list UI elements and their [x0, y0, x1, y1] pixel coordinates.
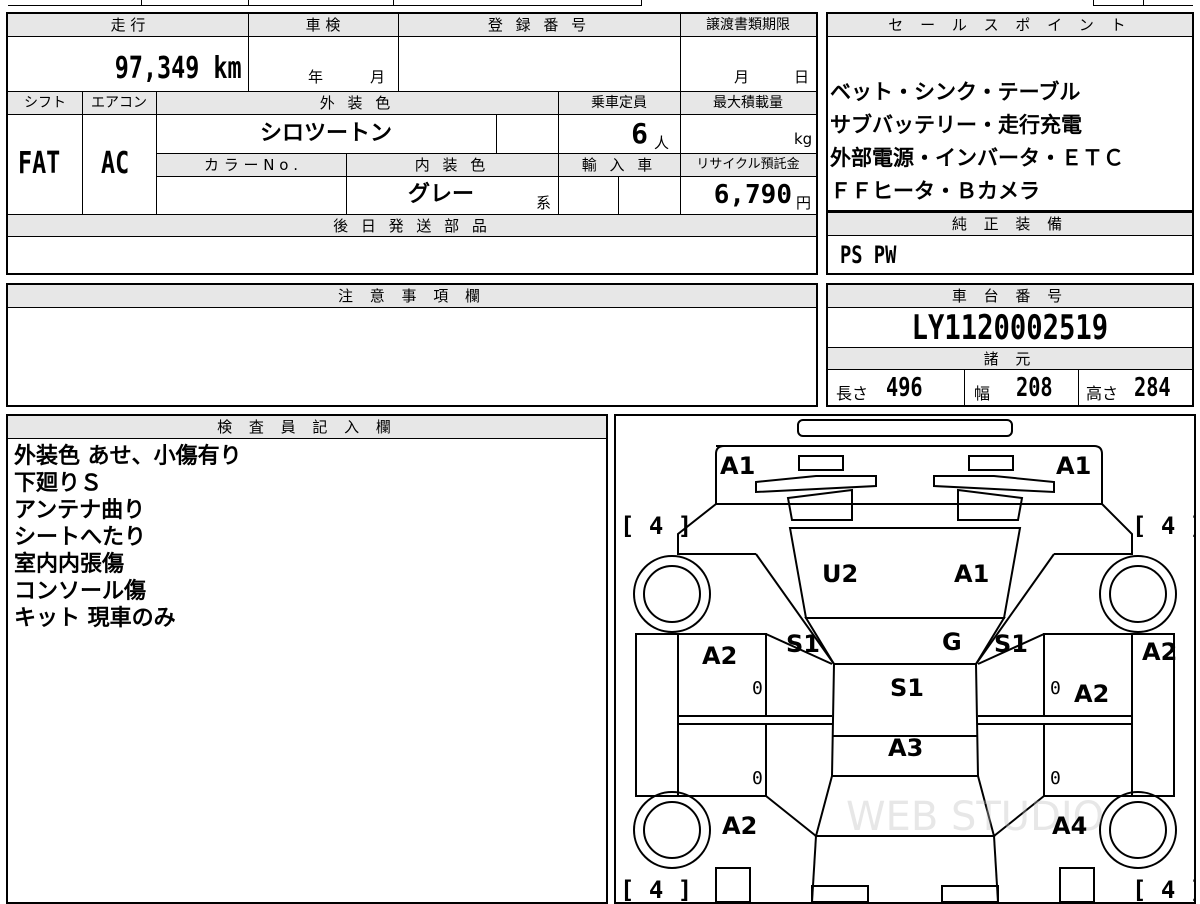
- shaken-header: 車 検: [305, 16, 341, 34]
- damage-label-left-panel: A2: [1142, 638, 1178, 666]
- shaken-year-label: 年: [308, 68, 324, 86]
- sales-points-header: セ ー ル ス ポ イ ン ト: [828, 14, 1192, 37]
- sales-points-list: ベット・シンク・テーブル サブバッテリー・走行充電 外部電源・インバータ・ＥＴＣ…: [830, 76, 1190, 208]
- damage-label-right-rear: A4: [1052, 812, 1088, 840]
- sales-point-line: 外部電源・インバータ・ＥＴＣ: [830, 146, 1124, 170]
- exterior-color-value: シロツートン: [259, 121, 392, 146]
- specs-table: 走 行 車 検 登 録 番 号 譲渡書類期限 97,349 km 年 月 月 日…: [6, 12, 818, 275]
- vehicle-damage-diagram: WEB STUDIO [ 4 ] [ 4 ] [ 4 ] [ 4 ] A1 A1…: [614, 414, 1196, 904]
- damage-label-front-left: A1: [720, 452, 756, 480]
- zero-marker: 0: [752, 678, 763, 699]
- zero-marker: 0: [1050, 768, 1061, 789]
- recycle-deposit-value: 6,790: [713, 180, 792, 210]
- damage-label-left-front-door: A2: [702, 642, 738, 670]
- genuine-equipment-header: 純 正 装 備: [828, 212, 1192, 236]
- sales-point-line: ＦＦヒータ・Ｂカメラ: [830, 179, 1040, 203]
- damage-label-left-rear: A2: [722, 812, 758, 840]
- chassis-header: 車 台 番 号: [828, 285, 1192, 308]
- recycle-deposit-header: リサイクル預託金: [696, 157, 800, 172]
- tire-front-left-label: [ 4 ]: [620, 512, 693, 540]
- max-load-unit: kg: [794, 130, 813, 148]
- damage-label-front-right: A1: [1056, 452, 1092, 480]
- interior-color-header: 内 装 色: [414, 156, 490, 174]
- shift-header: シフト: [24, 95, 66, 111]
- zero-marker: 0: [752, 768, 763, 789]
- capacity-header: 乗車定員: [591, 95, 647, 111]
- inspector-notes: 外装色 あせ、小傷有り 下廻りＳ アンテナ曲り シートへたり 室内内張傷 コンソ…: [14, 443, 594, 632]
- recycle-deposit-unit: 円: [796, 194, 812, 212]
- inspector-note: アンテナ曲り: [14, 498, 146, 523]
- height-value: 284: [1134, 373, 1171, 403]
- interior-color-suffix: 系: [536, 194, 552, 212]
- top-cutoff-row: [8, 0, 1194, 6]
- ac-header: エアコン: [91, 95, 147, 111]
- import-header: 輸 入 車: [581, 156, 657, 174]
- caution-header: 注 意 事 項 欄: [8, 285, 816, 308]
- inspector-note: シートへたり: [14, 525, 147, 550]
- width-value: 208: [1016, 373, 1053, 403]
- mileage-header: 走 行: [110, 16, 146, 34]
- caution-panel: 注 意 事 項 欄: [6, 283, 818, 407]
- sales-point-line: ベット・シンク・テーブル: [830, 80, 1081, 104]
- dimensions-header: 諸 元: [828, 348, 1192, 370]
- damage-label-roof-rear: A3: [888, 734, 924, 762]
- registration-header: 登 録 番 号: [487, 16, 591, 34]
- sales-point-line: サブバッテリー・走行充電: [830, 113, 1082, 137]
- width-label: 幅: [974, 384, 991, 403]
- max-load-header: 最大積載量: [713, 95, 783, 111]
- ac-value: AC: [100, 146, 130, 181]
- transfer-month-label: 月: [734, 68, 750, 86]
- damage-label-roof: S1: [890, 674, 924, 702]
- genuine-equipment-panel: 純 正 装 備 PS PW: [826, 212, 1194, 275]
- sales-points-panel: セ ー ル ス ポ イ ン ト ベット・シンク・テーブル サブバッテリー・走行充…: [826, 12, 1194, 212]
- inspector-note: 外装色 あせ、小傷有り: [14, 444, 242, 469]
- damage-label-hood-right: A1: [954, 560, 990, 588]
- damage-label-pillar-left: S1: [786, 630, 820, 658]
- damage-label-pillar-right: S1: [994, 630, 1028, 658]
- damage-label-windshield: G: [942, 628, 962, 656]
- height-label: 高さ: [1086, 384, 1119, 403]
- length-label: 長さ: [836, 384, 869, 403]
- tire-front-right-label: [ 4 ]: [1132, 512, 1194, 540]
- damage-label-right-front-door: A2: [1074, 680, 1110, 708]
- inspector-note: キット 現車のみ: [14, 606, 176, 631]
- interior-color-value: グレー: [407, 182, 474, 207]
- shift-value: FAT: [17, 146, 61, 181]
- zero-marker: 0: [1050, 678, 1061, 699]
- transfer-deadline-header: 譲渡書類期限: [706, 17, 790, 33]
- genuine-equipment-value: PS PW: [840, 241, 897, 269]
- shaken-month-label: 月: [370, 68, 386, 86]
- inspector-note: コンソール傷: [14, 579, 147, 604]
- inspector-header: 検 査 員 記 入 欄: [8, 416, 606, 439]
- capacity-unit: 人: [654, 134, 670, 152]
- exterior-color-header: 外 装 色: [319, 94, 395, 112]
- capacity-value: 6: [631, 117, 648, 150]
- transfer-day-label: 日: [794, 68, 810, 86]
- length-value: 496: [886, 373, 923, 403]
- color-no-header: カ ラ ー N o .: [203, 156, 298, 174]
- inspector-note: 下廻りＳ: [14, 471, 103, 496]
- inspector-panel: 検 査 員 記 入 欄 外装色 あせ、小傷有り 下廻りＳ アンテナ曲り シートへ…: [6, 414, 608, 904]
- inspector-note: 室内内張傷: [14, 552, 125, 577]
- damage-label-hood: U2: [822, 560, 859, 588]
- later-parts-header: 後 日 発 送 部 品: [333, 217, 491, 235]
- chassis-number: LY1120002519: [911, 308, 1109, 348]
- chassis-panel: 車 台 番 号 LY1120002519 諸 元 長さ 496 幅 208 高さ…: [826, 283, 1194, 407]
